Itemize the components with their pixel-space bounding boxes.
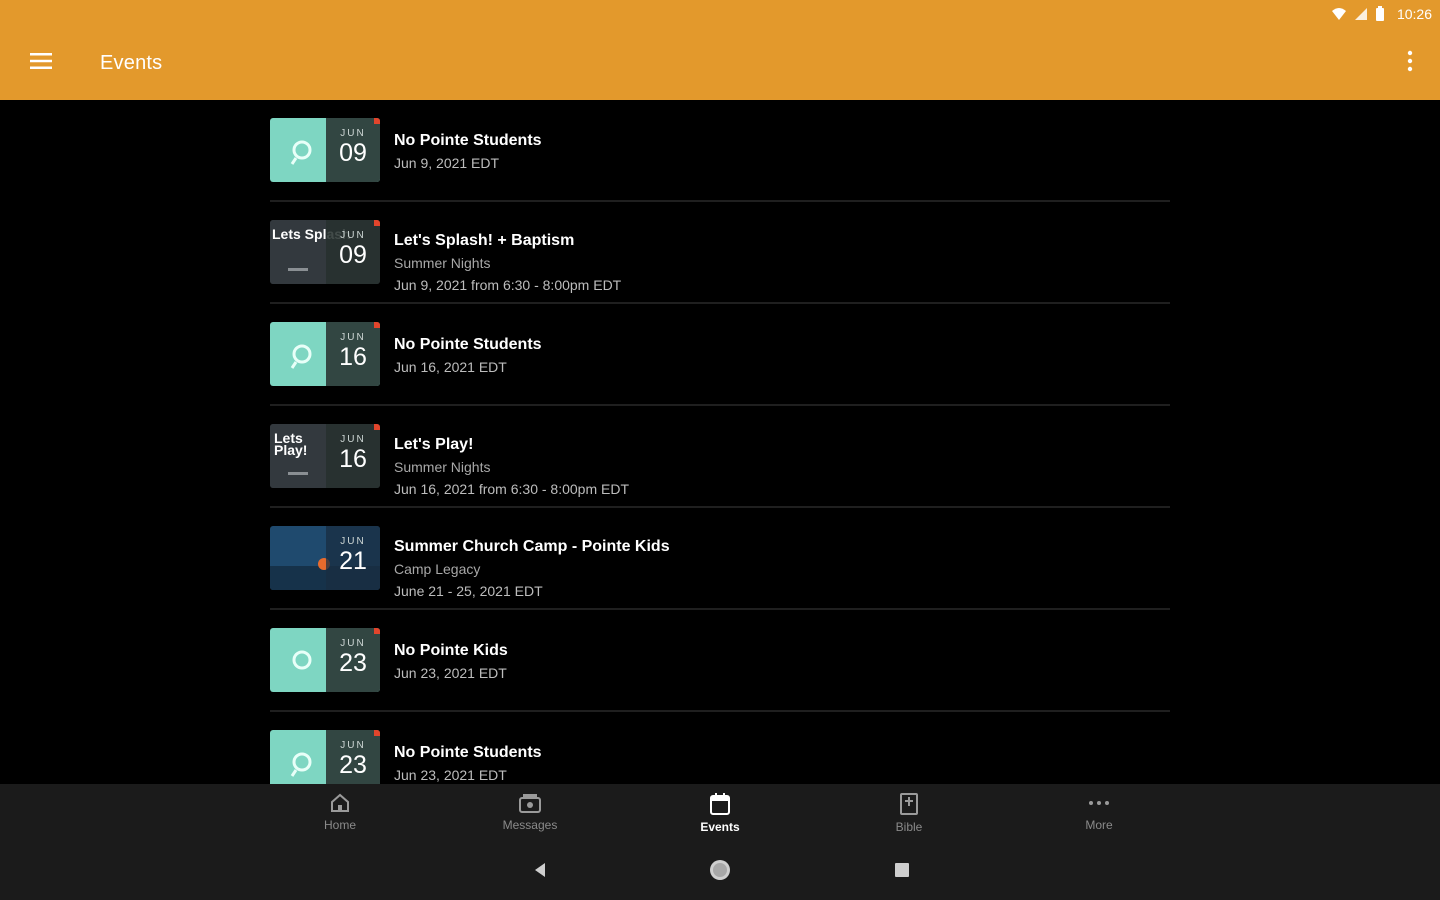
calendar-icon — [670, 792, 770, 816]
battery-icon — [1375, 6, 1391, 22]
event-month: JUN — [340, 230, 366, 241]
event-thumbnail: Lets Play! JUN 16 — [270, 424, 380, 488]
event-month: JUN — [340, 638, 366, 649]
event-subtitle: Summer Nights — [394, 255, 491, 271]
event-thumbnail: JUN 21 — [270, 526, 380, 590]
event-subtitle: Camp Legacy — [394, 561, 481, 577]
event-info: No Pointe Students Jun 16, 2021 EDT — [394, 334, 542, 378]
overflow-menu-button[interactable] — [1398, 44, 1422, 82]
system-back-button[interactable] — [528, 860, 552, 884]
event-thumbnail: JUN 23 — [270, 730, 380, 784]
home-icon — [290, 792, 390, 814]
date-badge: JUN 23 — [326, 628, 380, 692]
nav-bible[interactable]: Bible — [859, 792, 959, 834]
event-date: Jun 23, 2021 EDT — [394, 767, 507, 783]
event-list[interactable]: JUN 09 No Pointe Students Jun 9, 2021 ED… — [270, 100, 1170, 784]
event-info: Let's Splash! + Baptism Summer Nights Ju… — [394, 230, 621, 296]
hamburger-menu-icon — [30, 52, 52, 75]
menu-button[interactable] — [22, 44, 60, 82]
more-horizontal-icon — [1049, 792, 1149, 814]
event-info: Let's Play! Summer Nights Jun 16, 2021 f… — [394, 434, 629, 500]
bible-icon — [859, 792, 959, 816]
event-row[interactable]: JUN 09 No Pointe Students Jun 9, 2021 ED… — [270, 100, 1170, 202]
more-vertical-icon — [1407, 50, 1413, 77]
event-date: Jun 16, 2021 EDT — [394, 359, 507, 375]
date-badge: JUN 16 — [326, 322, 380, 386]
date-badge: JUN 16 — [326, 424, 380, 488]
messages-icon — [480, 792, 580, 814]
nav-home-label: Home — [323, 818, 356, 832]
date-badge: JUN 21 — [326, 526, 380, 590]
event-day: 16 — [339, 445, 367, 473]
event-title: No Pointe Students — [394, 132, 542, 149]
nav-events-label: Events — [700, 820, 740, 834]
recents-icon — [894, 862, 910, 883]
event-thumbnail: JUN 09 — [270, 118, 380, 182]
event-title: Let's Splash! + Baptism — [394, 232, 575, 249]
date-badge: JUN 23 — [326, 730, 380, 784]
event-info: Summer Church Camp - Pointe Kids Camp Le… — [394, 536, 670, 602]
event-month: JUN — [340, 434, 366, 445]
event-row[interactable]: Lets Play! JUN 16 Let's Play! Summer Nig… — [270, 406, 1170, 508]
nav-more[interactable]: More — [1049, 792, 1149, 832]
thumbnail-caption: Lets Play! — [274, 430, 308, 458]
back-icon — [533, 862, 547, 883]
event-row[interactable]: JUN 16 No Pointe Students Jun 16, 2021 E… — [270, 304, 1170, 406]
event-title: Let's Play! — [394, 436, 474, 453]
event-thumbnail: Lets Splash JUN 09 — [270, 220, 380, 284]
event-title: No Pointe Students — [394, 336, 542, 353]
event-date: Jun 23, 2021 EDT — [394, 665, 507, 681]
event-month: JUN — [340, 332, 366, 343]
event-title: No Pointe Kids — [394, 642, 508, 659]
home-circle-icon — [709, 859, 731, 886]
status-bar: 10:26 — [1331, 4, 1432, 24]
event-info: No Pointe Students Jun 23, 2021 EDT — [394, 742, 542, 784]
date-badge: JUN 09 — [326, 118, 380, 182]
wifi-icon — [1331, 6, 1347, 22]
status-time: 10:26 — [1396, 6, 1432, 22]
event-thumbnail: JUN 16 — [270, 322, 380, 386]
event-date: June 21 - 25, 2021 EDT — [394, 583, 543, 599]
event-month: JUN — [340, 128, 366, 139]
event-day: 09 — [339, 139, 367, 167]
event-info: No Pointe Students Jun 9, 2021 EDT — [394, 130, 542, 174]
event-day: 23 — [339, 751, 367, 779]
event-row[interactable]: JUN 23 No Pointe Kids Jun 23, 2021 EDT — [270, 610, 1170, 712]
event-day: 23 — [339, 649, 367, 677]
system-navigation-bar — [0, 844, 1440, 900]
event-date: Jun 9, 2021 EDT — [394, 155, 500, 171]
date-badge: JUN 09 — [326, 220, 380, 284]
nav-home[interactable]: Home — [290, 792, 390, 832]
event-subtitle: Summer Nights — [394, 459, 491, 475]
event-month: JUN — [340, 740, 366, 751]
system-home-button[interactable] — [708, 859, 732, 886]
system-recents-button[interactable] — [890, 860, 914, 884]
event-thumbnail: JUN 23 — [270, 628, 380, 692]
signal-icon — [1353, 6, 1369, 22]
page-title: Events — [100, 52, 163, 74]
bottom-navigation: Home Messages Events Bible More — [0, 784, 1440, 844]
event-row[interactable]: JUN 23 No Pointe Students Jun 23, 2021 E… — [270, 712, 1170, 784]
nav-messages-label: Messages — [502, 818, 558, 832]
event-month: JUN — [340, 536, 366, 547]
event-row[interactable]: Lets Splash JUN 09 Let's Splash! + Bapti… — [270, 202, 1170, 304]
nav-events[interactable]: Events — [670, 792, 770, 834]
event-title: No Pointe Students — [394, 744, 542, 761]
event-day: 09 — [339, 241, 367, 269]
event-row[interactable]: JUN 21 Summer Church Camp - Pointe Kids … — [270, 508, 1170, 610]
nav-bible-label: Bible — [895, 820, 923, 834]
event-info: No Pointe Kids Jun 23, 2021 EDT — [394, 640, 508, 684]
event-date: Jun 16, 2021 from 6:30 - 8:00pm EDT — [394, 481, 630, 497]
nav-more-label: More — [1085, 818, 1113, 832]
app-bar: 10:26 Events — [0, 0, 1440, 100]
event-title: Summer Church Camp - Pointe Kids — [394, 538, 670, 555]
event-date: Jun 9, 2021 from 6:30 - 8:00pm EDT — [394, 277, 622, 293]
event-day: 21 — [339, 547, 367, 575]
event-day: 16 — [339, 343, 367, 371]
nav-messages[interactable]: Messages — [480, 792, 580, 832]
